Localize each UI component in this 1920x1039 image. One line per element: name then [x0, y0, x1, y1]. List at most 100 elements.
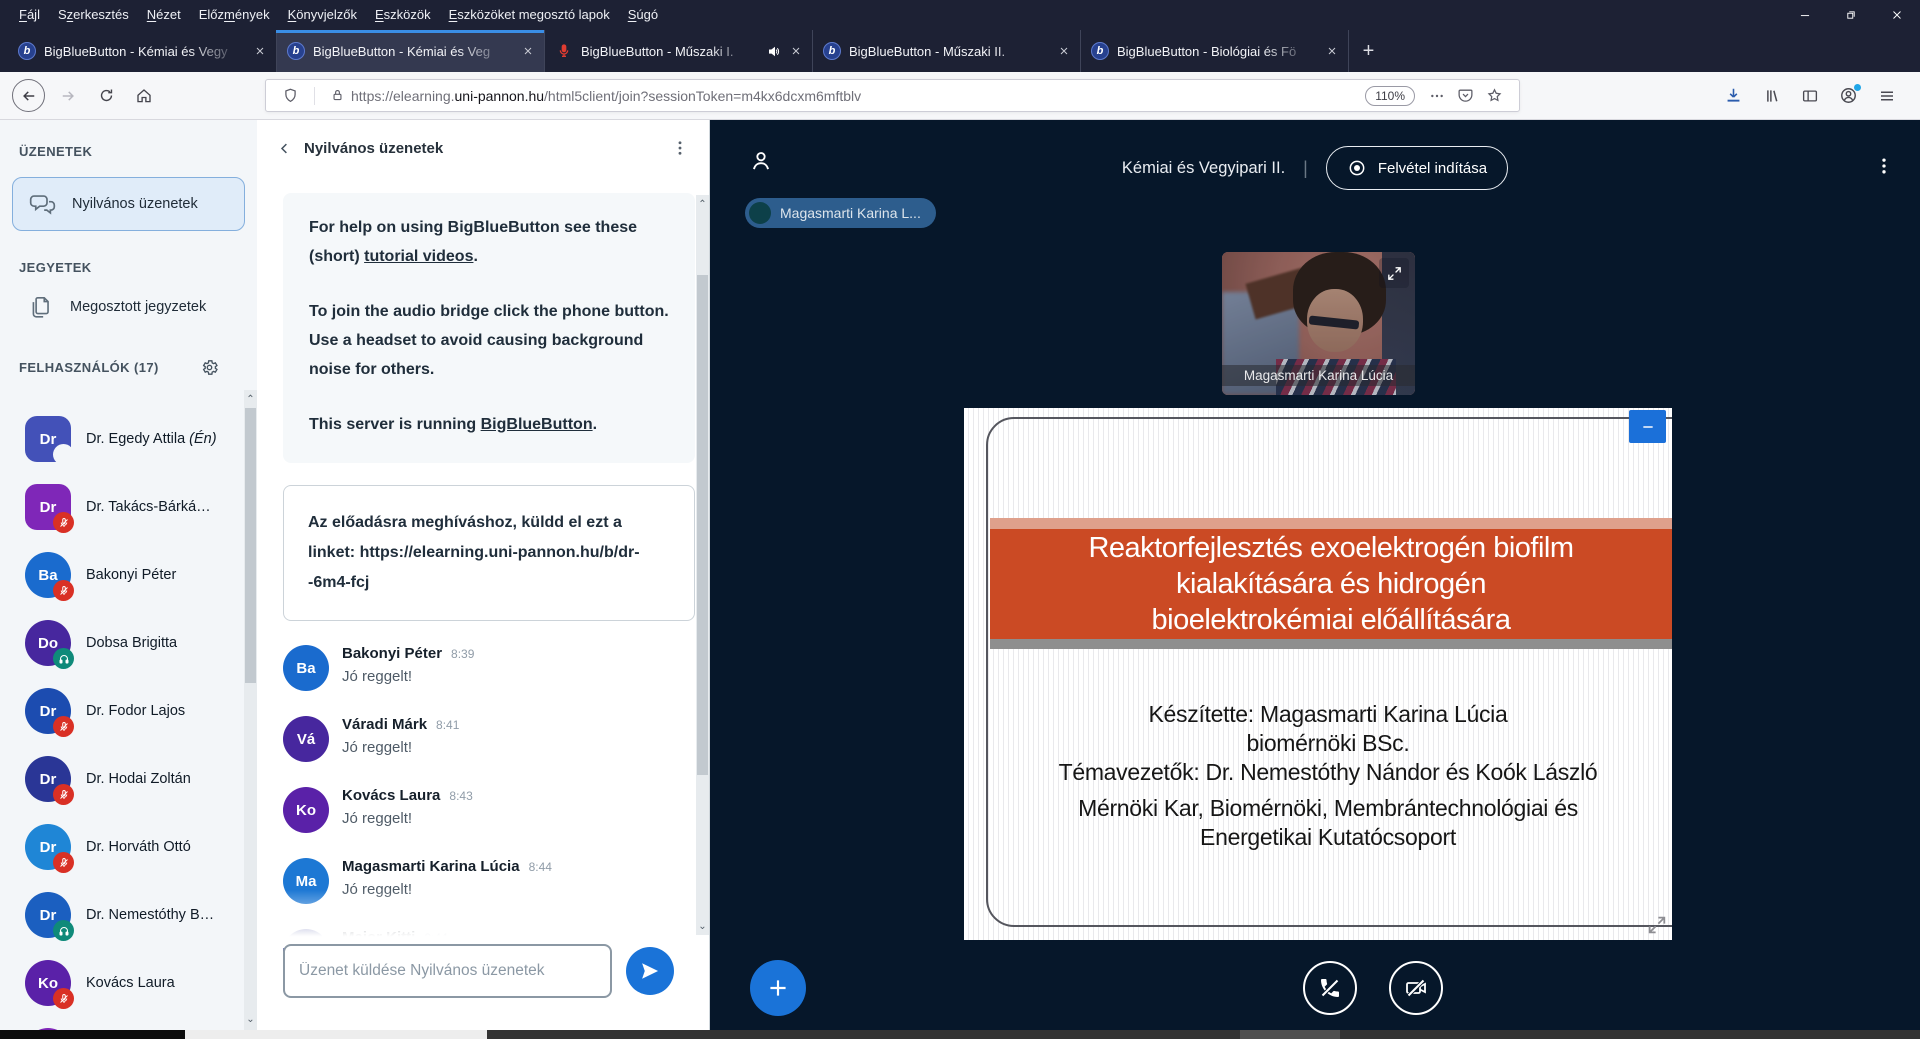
avatar: Dr [25, 756, 71, 802]
sidebar-item-shared-notes[interactable]: Megosztott jegyzetek [12, 282, 245, 332]
webcam-fullscreen-icon[interactable] [1379, 258, 1409, 288]
browser-tab[interactable]: b BigBlueButton - Műszaki I. [544, 30, 812, 72]
slide-title-line: kialakítására és hidrogén [990, 566, 1672, 602]
chat-bubbles-icon [29, 191, 56, 218]
scroll-down-icon[interactable]: ⌄ [244, 1012, 257, 1026]
tab-audio-icon[interactable] [767, 44, 782, 59]
browser-tab[interactable]: b BigBlueButton - Kémiai és Vegy [8, 30, 276, 72]
browser-tab[interactable]: b BigBlueButton - Műszaki II. [812, 30, 1080, 72]
user-list-item[interactable]: Dr Dr. Fodor Lajos [0, 677, 243, 745]
minus-icon [1640, 419, 1656, 435]
tab-close-icon[interactable] [1326, 45, 1338, 57]
menu-item[interactable]: Nézet [138, 0, 190, 30]
menu-item[interactable]: Előzmények [190, 0, 279, 30]
minimize-presentation-button[interactable] [1629, 410, 1666, 443]
bigbluebutton-link[interactable]: BigBlueButton [481, 416, 593, 433]
window-minimize-icon[interactable] [1782, 0, 1828, 30]
message-text: Jó reggelt! [342, 668, 474, 685]
user-list-item[interactable]: Ba Bakonyi Péter [0, 541, 243, 609]
chat-input-row [283, 944, 695, 998]
talker-name: Magasmarti Karina L... [780, 205, 921, 221]
page-actions-icon[interactable] [1429, 88, 1445, 104]
users-settings-gear-icon[interactable] [200, 358, 219, 377]
chat-message: Vá Váradi Márk8:41 Jó reggelt! [283, 716, 695, 762]
menu-item[interactable]: Eszközöket megosztó lapok [440, 0, 619, 30]
menu-item[interactable]: Szerkesztés [49, 0, 138, 30]
toolbar-right-icons [1724, 86, 1912, 105]
chat-back-icon[interactable] [277, 141, 292, 156]
chat-options-kebab-icon[interactable] [671, 139, 689, 157]
account-icon[interactable] [1839, 86, 1858, 105]
back-button[interactable] [12, 79, 45, 112]
browser-tab[interactable]: b BigBlueButton - Kémiai és Veg [276, 30, 544, 72]
user-status-badge [53, 784, 74, 805]
message-author: Kovács Laura [342, 787, 440, 804]
presentation-slide[interactable]: Reaktorfejlesztés exoelektrogén biofilmk… [964, 408, 1672, 940]
avatar: Ko [283, 787, 329, 833]
send-icon [639, 960, 661, 982]
scroll-up-icon[interactable]: ⌃ [244, 392, 257, 406]
url-text[interactable]: https://elearning.uni-pannon.hu/html5cli… [351, 88, 1357, 104]
user-list-item[interactable] [0, 1017, 243, 1030]
pocket-icon[interactable] [1457, 87, 1474, 104]
tracking-shield-icon[interactable] [282, 87, 299, 104]
join-audio-button[interactable] [1303, 961, 1357, 1015]
chat-message-input[interactable] [283, 944, 612, 998]
hamburger-menu-icon[interactable] [1878, 87, 1896, 105]
slide-body-line: biomérnöki BSc. [1004, 729, 1652, 758]
webcam-video[interactable]: Magasmarti Karina Lúcia [1222, 252, 1415, 395]
active-talker-pill[interactable]: Magasmarti Karina L... [745, 198, 936, 228]
start-recording-button[interactable]: Felvétel indítása [1326, 146, 1508, 190]
taskbar-app-segment [1240, 1030, 1340, 1039]
reload-button[interactable] [87, 77, 125, 115]
forward-button[interactable] [49, 77, 87, 115]
downloads-icon[interactable] [1724, 86, 1743, 105]
menu-item[interactable]: Fájl [10, 0, 49, 30]
actions-plus-button[interactable] [750, 960, 806, 1016]
slide-title-line: bioelektrokémiai előállítására [990, 602, 1672, 638]
window-restore-icon[interactable] [1828, 0, 1874, 30]
user-list-item[interactable]: Dr Dr. Egedy Attila(Én) [0, 405, 243, 473]
slide-title-line: Reaktorfejlesztés exoelektrogén biofilm [990, 530, 1672, 566]
user-list-item[interactable]: Do Dobsa Brigitta [0, 609, 243, 677]
user-list-item[interactable]: Dr Dr. Takács-Bárká… [0, 473, 243, 541]
user-list-item[interactable]: Dr Dr. Hodai Zoltán [0, 745, 243, 813]
slide-body-text: Készítette: Magasmarti Karina Lúciabiomé… [1004, 700, 1652, 852]
library-icon[interactable] [1763, 87, 1781, 105]
new-tab-button[interactable]: + [1348, 30, 1388, 72]
message-time: 8:43 [449, 789, 472, 803]
slide-body-line: Energetikai Kutatócsoport [1004, 823, 1652, 852]
menu-item[interactable]: Eszközök [366, 0, 440, 30]
user-name: Dr. Fodor Lajos [86, 703, 185, 719]
sidebar-toggle-icon[interactable] [1801, 87, 1819, 105]
user-list-item[interactable]: Ko Kovács Laura [0, 949, 243, 1017]
user-list-item[interactable]: Dr Dr. Horváth Ottó [0, 813, 243, 881]
talker-muted-dot [749, 202, 771, 224]
bookmark-star-icon[interactable] [1486, 87, 1503, 104]
chat-scrollbar[interactable]: ⌃ ⌄ [696, 195, 709, 935]
user-list-item[interactable]: Dr Dr. Nemestóthy B… [0, 881, 243, 949]
tab-close-icon[interactable] [1058, 45, 1070, 57]
url-bar[interactable]: https://elearning.uni-pannon.hu/html5cli… [265, 79, 1520, 112]
meeting-options-kebab-icon[interactable] [1874, 156, 1894, 176]
presentation-fullscreen-icon[interactable] [1646, 914, 1668, 936]
send-message-button[interactable] [626, 947, 674, 995]
scrollbar-thumb[interactable] [245, 408, 256, 683]
tab-close-icon[interactable] [522, 45, 534, 57]
tab-close-icon[interactable] [254, 45, 266, 57]
scroll-down-icon[interactable]: ⌄ [696, 919, 709, 933]
menu-item[interactable]: Súgó [619, 0, 667, 30]
home-button[interactable] [125, 77, 163, 115]
zoom-level-badge[interactable]: 110% [1365, 86, 1415, 106]
window-close-icon[interactable] [1874, 0, 1920, 30]
sidebar-item-public-chat[interactable]: Nyilvános üzenetek [12, 177, 245, 231]
tutorial-videos-link[interactable]: tutorial videos [364, 248, 473, 265]
share-webcam-button[interactable] [1389, 961, 1443, 1015]
scrollbar-thumb[interactable] [697, 275, 708, 775]
browser-tab[interactable]: b BigBlueButton - Biológiai és Fö [1080, 30, 1348, 72]
tab-close-icon[interactable] [790, 45, 802, 57]
user-list-scrollbar[interactable]: ⌃ ⌄ [244, 390, 257, 1030]
scroll-up-icon[interactable]: ⌃ [696, 197, 709, 211]
lock-icon[interactable] [330, 88, 345, 103]
menu-item[interactable]: Könyvjelzők [279, 0, 366, 30]
